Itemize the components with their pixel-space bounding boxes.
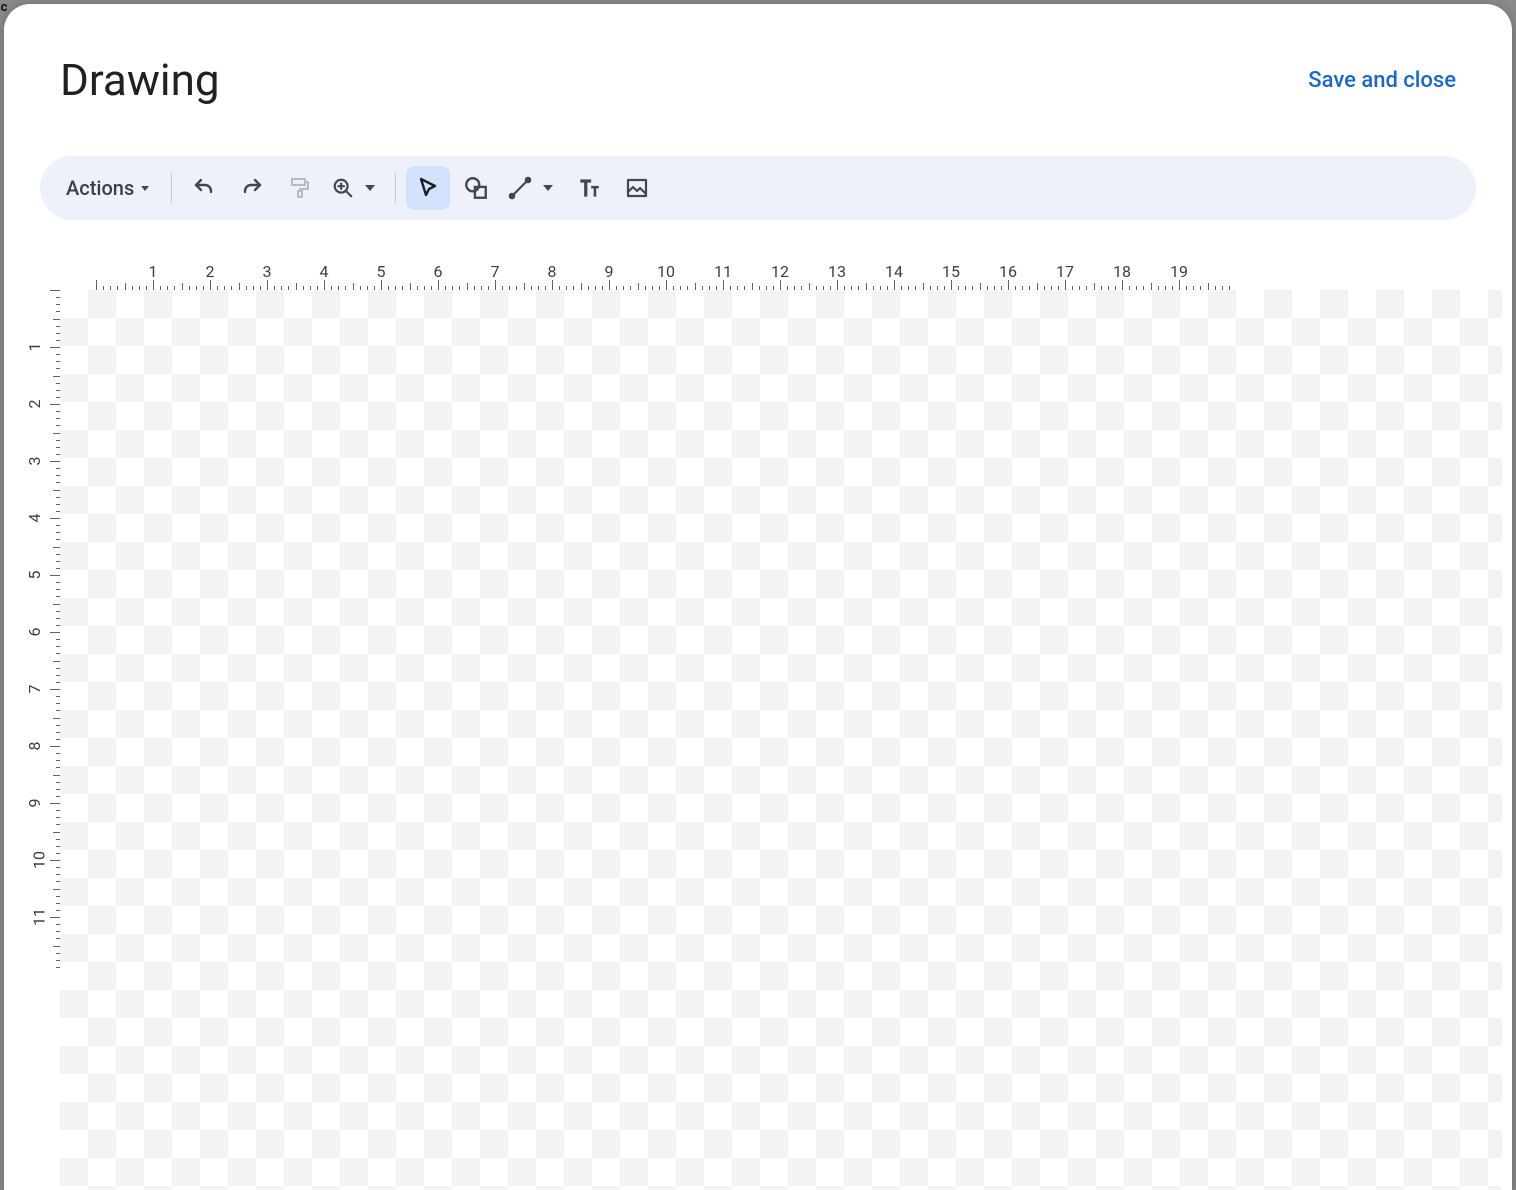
- cursor-icon: [416, 176, 440, 200]
- ruler-h-label: 15: [942, 262, 960, 281]
- actions-label: Actions: [66, 176, 134, 200]
- ruler-h-label: 17: [1056, 262, 1074, 281]
- textbox-tool-button[interactable]: [567, 166, 611, 210]
- save-and-close-button[interactable]: Save and close: [1308, 68, 1456, 93]
- ruler-v-label: 10: [29, 851, 48, 869]
- caret-down-icon: [543, 185, 553, 191]
- ruler-v-label: 4: [25, 514, 44, 523]
- caret-down-icon: [141, 186, 149, 191]
- ruler-h-label: 2: [206, 262, 215, 281]
- shapes-icon: [463, 175, 489, 201]
- horizontal-ruler: 12345678910111213141516171819: [60, 262, 1502, 290]
- actions-menu-button[interactable]: Actions: [54, 166, 161, 210]
- drawing-canvas[interactable]: [60, 290, 1502, 1190]
- text-icon: [576, 175, 602, 201]
- ruler-v-label: 1: [25, 343, 44, 352]
- ruler-v-label: 6: [25, 628, 44, 637]
- ruler-h-label: 7: [491, 262, 500, 281]
- ruler-h-label: 16: [999, 262, 1017, 281]
- ruler-v-label: 11: [29, 908, 48, 926]
- ruler-h-label: 10: [657, 262, 675, 281]
- zoom-in-icon: [332, 177, 354, 199]
- redo-icon: [240, 176, 264, 200]
- ruler-h-label: 13: [828, 262, 846, 281]
- redo-button[interactable]: [230, 166, 274, 210]
- toolbar-separator: [395, 173, 396, 203]
- image-icon: [625, 176, 649, 200]
- image-tool-button[interactable]: [615, 166, 659, 210]
- ruler-v-label: 7: [25, 685, 44, 694]
- paint-format-button[interactable]: [278, 166, 322, 210]
- select-tool-button[interactable]: [406, 166, 450, 210]
- ruler-v-label: 2: [25, 400, 44, 409]
- toolbar-separator: [171, 173, 172, 203]
- ruler-h-label: 1: [149, 262, 158, 281]
- drawing-workspace: 12345678910111213141516171819 1234567891…: [24, 262, 1502, 1190]
- vertical-ruler: 1 2 3 4 5 6 7 8 9 10 11: [24, 290, 60, 1190]
- line-tool-button[interactable]: [502, 166, 563, 210]
- ruler-h-label: 14: [885, 262, 903, 281]
- ruler-v-label: 9: [25, 799, 44, 808]
- ruler-v-label: 3: [25, 457, 44, 466]
- ruler-v-label: 8: [25, 742, 44, 751]
- ruler-h-label: 3: [263, 262, 272, 281]
- drawing-dialog: Drawing Save and close Actions: [4, 4, 1512, 1190]
- paint-roller-icon: [288, 176, 312, 200]
- ruler-h-label: 19: [1170, 262, 1188, 281]
- shape-tool-button[interactable]: [454, 166, 498, 210]
- dialog-title: Drawing: [60, 54, 220, 106]
- background-peek: sc: [0, 0, 8, 10]
- undo-icon: [192, 176, 216, 200]
- ruler-h-label: 9: [605, 262, 614, 281]
- ruler-v-label: 5: [25, 571, 44, 580]
- dialog-header: Drawing Save and close: [4, 4, 1512, 136]
- ruler-h-label: 4: [320, 262, 329, 281]
- zoom-button[interactable]: [326, 166, 385, 210]
- ruler-h-label: 12: [771, 262, 789, 281]
- ruler-h-label: 5: [377, 262, 386, 281]
- ruler-h-label: 11: [714, 262, 732, 281]
- toolbar: Actions: [40, 156, 1476, 220]
- ruler-h-label: 18: [1113, 262, 1131, 281]
- ruler-h-label: 8: [548, 262, 557, 281]
- ruler-h-label: 6: [434, 262, 443, 281]
- undo-button[interactable]: [182, 166, 226, 210]
- caret-down-icon: [365, 185, 375, 191]
- line-icon: [508, 176, 532, 200]
